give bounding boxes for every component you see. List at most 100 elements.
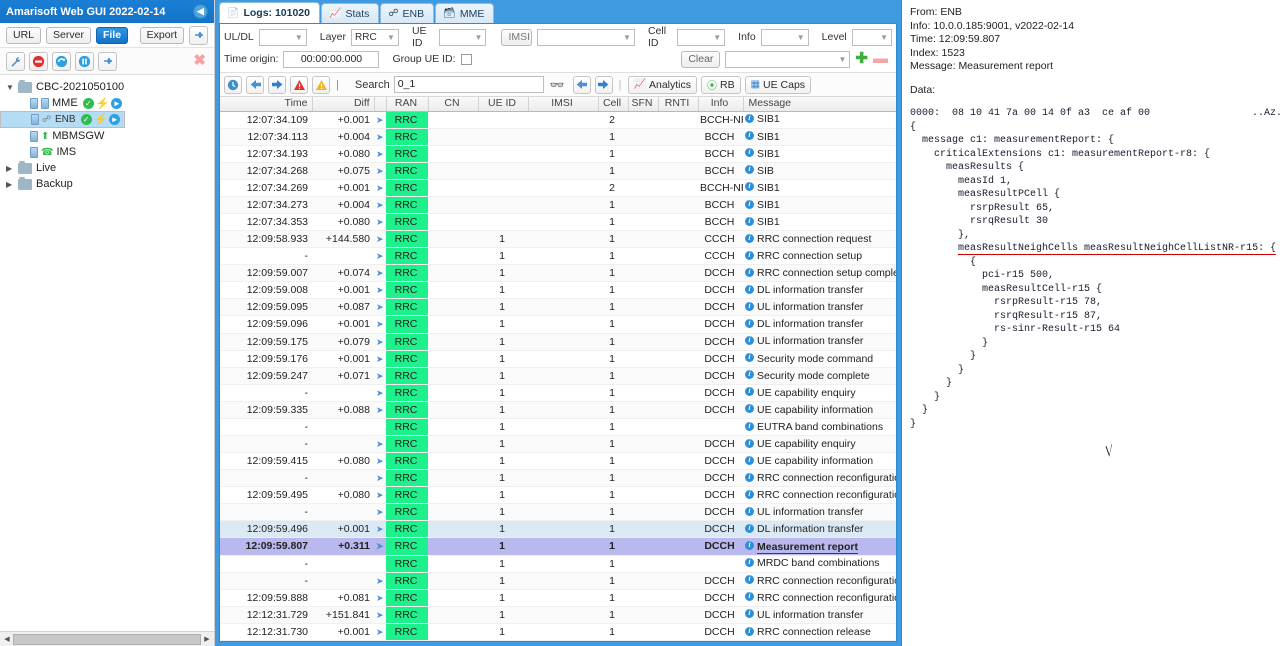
chevron-right-icon[interactable]: ▶ <box>6 164 18 173</box>
table-row[interactable]: - ➤ RRC 1 1 DCCH i UE capability enquiry <box>220 384 896 402</box>
table-row[interactable]: - RRC 1 1 i EUTRA band combinations <box>220 418 896 436</box>
scroll-left-icon[interactable]: ◀ <box>1 635 13 643</box>
table-row[interactable]: 12:12:31.729 +151.841 ➤ RRC 1 1 DCCH i UL inform… <box>220 606 896 624</box>
table-row[interactable]: - ➤ RRC 1 1 CCCH i RRC connection setup <box>220 247 896 266</box>
tree-node-ims[interactable]: ☎ IMS <box>0 144 214 160</box>
info-select[interactable]: ▼ <box>760 28 809 46</box>
time-origin-input[interactable]: 00:00:00.000 <box>283 50 380 68</box>
group-ueid-checkbox[interactable] <box>460 53 472 65</box>
table-row[interactable]: 12:09:59.496 +0.001 ➤ RRC 1 1 DCCH i DL informat… <box>220 520 896 539</box>
tree-node-cbc[interactable]: ▼ CBC-2021050100 <box>0 79 214 95</box>
back-arrow-icon[interactable] <box>246 75 264 94</box>
refresh-icon[interactable] <box>52 51 71 71</box>
forward-arrow-icon[interactable] <box>268 75 286 94</box>
warning-icon[interactable] <box>312 75 330 94</box>
clear-button[interactable]: Clear <box>681 50 721 68</box>
table-row[interactable]: 12:09:59.888 +0.081 ➤ RRC 1 1 DCCH i RRC connect… <box>220 589 896 607</box>
col-diff[interactable]: Diff <box>312 97 375 112</box>
table-row[interactable]: 12:09:59.335 +0.088 ➤ RRC 1 1 DCCH i UE capabili… <box>220 401 896 419</box>
col-time[interactable]: Time <box>220 97 313 112</box>
table-row[interactable]: - ➤ RRC 1 1 DCCH i UE capability enquiry <box>220 435 896 454</box>
rb-button[interactable]: ⦿ RB <box>701 75 741 94</box>
table-row[interactable]: 12:09:59.415 +0.080 ➤ RRC 1 1 DCCH i UE capabili… <box>220 452 896 471</box>
sidebar-horizontal-scrollbar[interactable]: ◀ ▶ <box>0 631 214 646</box>
table-row[interactable]: 12:07:34.353 +0.080 ➤ RRC 1 BCCH i SIB1 <box>220 213 896 232</box>
minus-icon[interactable]: ▬ <box>873 51 888 66</box>
col-cell[interactable]: Cell <box>598 97 629 112</box>
table-row[interactable]: 12:09:59.007 +0.074 ➤ RRC 1 1 DCCH i RRC connect… <box>220 264 896 283</box>
chevron-left-icon[interactable]: ◀ <box>193 4 208 19</box>
table-row[interactable]: - ➤ RRC 1 1 DCCH i RRC connection reconfigurati… <box>220 572 896 590</box>
binoculars-icon[interactable]: 👓 <box>550 78 565 92</box>
level-select[interactable]: ▼ <box>851 28 893 46</box>
table-row[interactable]: 12:09:59.175 +0.079 ➤ RRC 1 1 DCCH i UL informat… <box>220 333 896 351</box>
tab-stats[interactable]: 📈 Stats <box>321 3 380 23</box>
table-row[interactable]: 12:09:59.008 +0.001 ➤ RRC 1 1 DCCH i DL informat… <box>220 281 896 300</box>
server-button[interactable]: Server <box>46 26 91 44</box>
plug-icon[interactable] <box>189 25 208 45</box>
table-row[interactable]: 12:09:59.176 +0.001 ➤ RRC 1 1 DCCH i Security mo… <box>220 350 896 368</box>
uldl-select[interactable]: ▼ <box>258 28 307 46</box>
col-cn[interactable]: CN <box>428 97 479 112</box>
close-x-icon[interactable]: ✖ <box>193 52 206 69</box>
uecaps-button[interactable]: ▦ UE Caps <box>744 75 812 94</box>
table-row[interactable]: 12:07:34.193 +0.080 ➤ RRC 1 BCCH i SIB1 <box>220 145 896 163</box>
search-input[interactable]: 0_1 <box>393 76 544 93</box>
play-icon[interactable]: ► <box>109 114 121 125</box>
col-sfn[interactable]: SFN <box>628 97 659 112</box>
chevron-down-icon[interactable]: ▼ <box>6 83 18 92</box>
col-ueid[interactable]: UE ID <box>478 97 529 112</box>
col-rnti[interactable]: RNTI <box>658 97 699 112</box>
tree-node-enb[interactable]: ☍ ENB ✓ ⚡ ► <box>0 111 126 128</box>
plug-icon-2[interactable] <box>98 51 117 71</box>
file-button[interactable]: File <box>95 26 129 44</box>
imsi-button[interactable]: IMSI <box>501 28 533 46</box>
table-row[interactable]: 12:09:58.933 +144.580 ➤ RRC 1 1 CCCH i RRC conne… <box>220 230 896 249</box>
table-row[interactable]: 12:09:59.096 +0.001 ➤ RRC 1 1 DCCH i DL informat… <box>220 315 896 334</box>
error-icon[interactable] <box>290 75 308 94</box>
analytics-button[interactable]: 📈 Analytics <box>627 75 697 94</box>
table-row[interactable]: 12:07:34.269+0.001➤RRC 2 BCCH-NRiSIB1 <box>220 179 896 197</box>
export-button[interactable]: Export <box>139 26 184 44</box>
tree-node-mbmsgw[interactable]: ⬆ MBMSGW <box>0 128 214 144</box>
chevron-right-icon[interactable]: ▶ <box>6 180 18 189</box>
scrollbar-thumb[interactable] <box>13 633 201 645</box>
wrench-icon[interactable] <box>6 51 25 71</box>
layer-select[interactable]: RRC ▼ <box>351 28 399 46</box>
tab-enb[interactable]: ☍ ENB <box>380 3 435 23</box>
table-row[interactable]: 12:09:59.247 +0.071 ➤ RRC 1 1 DCCH i Security mo… <box>220 367 896 385</box>
table-row[interactable]: 12:07:34.109+0.001➤RRC 2 BCCH-NRiSIB1 <box>220 111 896 129</box>
play-icon[interactable]: ► <box>111 97 123 109</box>
table-row[interactable]: 12:07:34.268 +0.075 ➤ RRC 1 BCCH i SIB <box>220 162 896 180</box>
col-imsi[interactable]: IMSI <box>528 97 599 112</box>
imsi-select[interactable]: ▼ <box>537 28 635 46</box>
table-row[interactable]: 12:09:59.495 +0.080 ➤ RRC 1 1 DCCH i RRC connect… <box>220 486 896 505</box>
col-message[interactable]: Message <box>743 97 896 112</box>
cellid-select[interactable]: ▼ <box>677 28 726 46</box>
ueid-select[interactable]: ▼ <box>438 28 487 46</box>
tree-node-live[interactable]: ▶ Live <box>0 160 214 176</box>
table-row[interactable]: 12:07:34.113 +0.004 ➤ RRC 1 BCCH i SIB1 <box>220 128 896 146</box>
tree-node-mme[interactable]: MME ✓ ⚡ ► <box>0 95 214 111</box>
col-ran[interactable]: RAN <box>386 97 429 112</box>
table-row[interactable]: 12:09:59.095 +0.087 ➤ RRC 1 1 DCCH i UL informat… <box>220 298 896 317</box>
tree-node-backup[interactable]: ▶ Backup <box>0 176 214 192</box>
stop-icon[interactable] <box>29 51 48 71</box>
url-button[interactable]: URL <box>6 26 42 44</box>
tab-mme[interactable]: 🗃 MME <box>435 3 495 23</box>
preset-select[interactable]: ▼ <box>725 50 851 68</box>
plus-icon[interactable]: ✚ <box>855 51 868 66</box>
table-row[interactable]: 12:12:31.730 +0.001 ➤ RRC 1 1 DCCH i RRC connect… <box>220 623 896 641</box>
clock-icon[interactable] <box>224 75 242 94</box>
table-row[interactable]: - ➤ RRC 1 1 DCCH i UL information transfer <box>220 503 896 522</box>
table-row[interactable]: 12:09:59.807 +0.311 ➤ RRC 1 1 DCCH i Measurement… <box>220 537 896 556</box>
table-row[interactable]: - RRC 1 1 i MRDC band combinations <box>220 555 896 573</box>
table-row[interactable]: - ➤ RRC 1 1 DCCH i RRC connection reconfigurati… <box>220 469 896 488</box>
pause-icon[interactable] <box>75 51 94 71</box>
search-next-icon[interactable] <box>594 75 613 94</box>
table-row[interactable]: 12:07:34.273 +0.004 ➤ RRC 1 BCCH i SIB1 <box>220 196 896 214</box>
col-info[interactable]: Info <box>698 97 744 112</box>
scroll-right-icon[interactable]: ▶ <box>201 635 213 643</box>
tab-logs[interactable]: 📄 Logs: 101020 <box>219 2 320 23</box>
search-prev-icon[interactable] <box>572 75 591 94</box>
